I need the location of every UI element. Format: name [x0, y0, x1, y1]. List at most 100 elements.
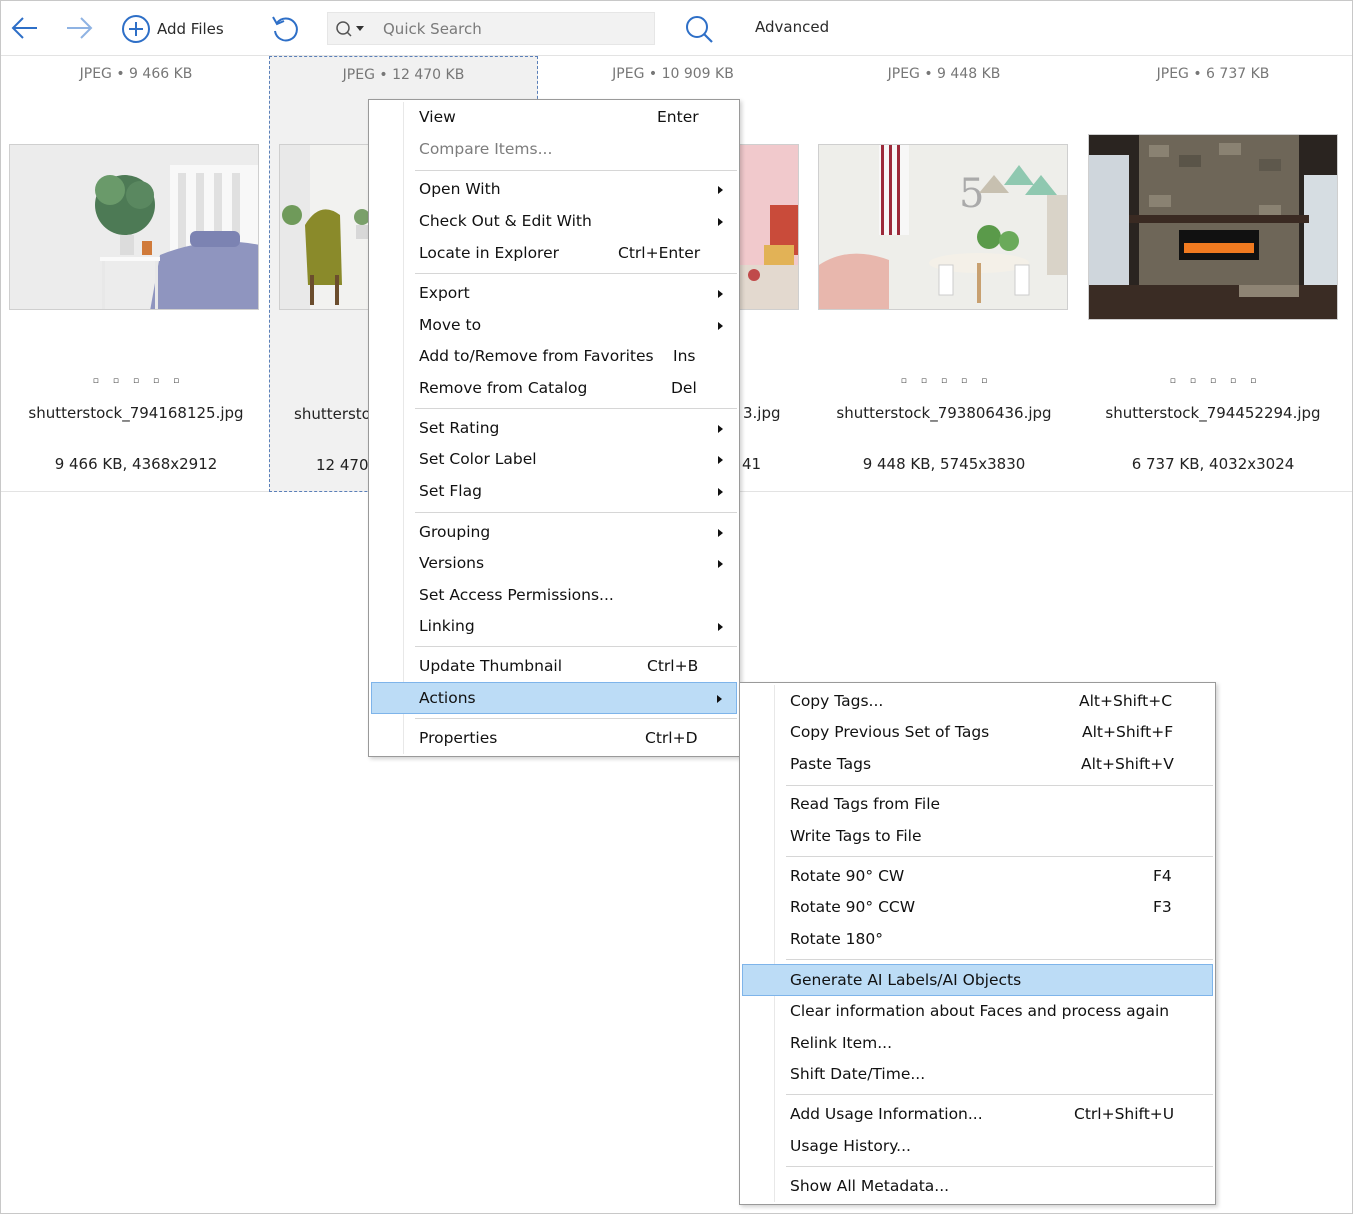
shortcut-label: F4 — [1153, 867, 1172, 885]
menu-item-label: Read Tags from File — [790, 795, 941, 813]
menu-item-export[interactable]: Export — [371, 277, 737, 309]
file-format-size: JPEG • 6 737 KB — [1156, 66, 1270, 82]
shortcut-label: Ctrl+B — [647, 657, 699, 675]
thumbnail-image[interactable] — [1088, 134, 1338, 320]
thumbnail-tile[interactable]: JPEG • 6 737 KB ▫▫▫▫▫ shutterstock_79445… — [1078, 56, 1348, 492]
context-menu: View Enter Compare Items... Open With Ch… — [368, 99, 740, 757]
search-input[interactable]: Quick Search — [383, 20, 482, 38]
menu-item-label: Linking — [419, 617, 475, 635]
menu-separator — [415, 512, 737, 513]
menu-item-label: Update Thumbnail — [419, 657, 563, 675]
menu-item-label: Properties — [419, 729, 498, 747]
arrow-left-icon — [11, 17, 37, 39]
menu-separator — [786, 785, 1213, 786]
rating-dots[interactable]: ▫▫▫▫▫ — [1, 376, 271, 386]
menu-item-label: View — [419, 108, 456, 126]
file-name: shutterstock_794168125.jpg — [28, 404, 244, 422]
menu-item-rotate-180[interactable]: Rotate 180° — [742, 923, 1213, 955]
menu-item-properties[interactable]: Properties Ctrl+D — [371, 722, 737, 754]
shortcut-label: Ctrl+Enter — [618, 244, 701, 262]
app-window: Add Files Quick Search Advanced JPEG • 9… — [0, 0, 1353, 1214]
thumbnail-image[interactable] — [9, 144, 259, 310]
advanced-search-button[interactable]: Advanced — [755, 18, 829, 36]
plus-circle-icon — [122, 15, 150, 43]
advanced-label: Advanced — [755, 18, 830, 36]
menu-item-rotate-ccw[interactable]: Rotate 90° CCW F3 — [742, 891, 1213, 923]
back-button[interactable] — [9, 14, 41, 42]
undo-button[interactable] — [269, 13, 301, 45]
menu-item-relink-item[interactable]: Relink Item... — [742, 1027, 1213, 1059]
menu-item-generate-ai-labels[interactable]: Generate AI Labels/AI Objects — [742, 964, 1213, 996]
menu-item-show-all-metadata[interactable]: Show All Metadata... — [742, 1170, 1213, 1202]
menu-item-label: Generate AI Labels/AI Objects — [790, 971, 1022, 989]
rating-dots[interactable]: ▫▫▫▫▫ — [1078, 376, 1348, 386]
menu-item-set-rating[interactable]: Set Rating — [371, 412, 737, 444]
menu-item-actions[interactable]: Actions — [371, 682, 737, 714]
thumbnail-image[interactable] — [279, 144, 371, 310]
menu-item-read-tags[interactable]: Read Tags from File — [742, 788, 1213, 820]
menu-item-copy-tags[interactable]: Copy Tags... Alt+Shift+C — [742, 685, 1213, 717]
thumbnail-image[interactable]: 5 — [818, 144, 1068, 310]
menu-item-open-with[interactable]: Open With — [371, 173, 737, 205]
menu-item-clear-faces[interactable]: Clear information about Faces and proces… — [742, 995, 1213, 1027]
menu-item-update-thumbnail[interactable]: Update Thumbnail Ctrl+B — [371, 650, 737, 682]
menu-item-label: Remove from Catalog — [419, 379, 588, 397]
menu-item-set-access-permissions[interactable]: Set Access Permissions... — [371, 579, 737, 611]
menu-item-paste-tags[interactable]: Paste Tags Alt+Shift+V — [742, 748, 1213, 780]
submenu-arrow-icon — [717, 695, 722, 703]
menu-separator — [786, 856, 1213, 857]
menu-item-label: Shift Date/Time... — [790, 1065, 926, 1083]
menu-item-linking[interactable]: Linking — [371, 610, 737, 642]
quick-search-box[interactable]: Quick Search — [327, 12, 655, 45]
submenu-arrow-icon — [718, 488, 723, 496]
menu-item-move-to[interactable]: Move to — [371, 309, 737, 341]
submenu-arrow-icon — [718, 218, 723, 226]
menu-item-set-flag[interactable]: Set Flag — [371, 475, 737, 507]
search-button[interactable] — [683, 13, 715, 45]
menu-separator — [786, 959, 1213, 960]
add-files-button[interactable]: Add Files — [121, 14, 224, 44]
submenu-arrow-icon — [718, 456, 723, 464]
file-name: shutterstock_794452294.jpg — [1105, 404, 1321, 422]
shortcut-label: Ctrl+Shift+U — [1074, 1105, 1175, 1123]
menu-item-shift-date-time[interactable]: Shift Date/Time... — [742, 1058, 1213, 1090]
toolbar: Add Files Quick Search Advanced — [1, 1, 1352, 56]
menu-item-label: Set Color Label — [419, 450, 537, 468]
search-icon — [686, 16, 713, 43]
menu-item-label: Export — [419, 284, 470, 302]
menu-separator — [415, 170, 737, 171]
submenu-arrow-icon — [718, 623, 723, 631]
rating-dots[interactable]: ▫▫▫▫▫ — [809, 376, 1079, 386]
file-format-size: JPEG • 9 448 KB — [887, 66, 1001, 82]
search-scope-dropdown-icon[interactable] — [334, 19, 368, 39]
menu-item-copy-previous-tags[interactable]: Copy Previous Set of Tags Alt+Shift+F — [742, 716, 1213, 748]
menu-item-usage-history[interactable]: Usage History... — [742, 1130, 1213, 1162]
menu-item-label: Set Rating — [419, 419, 500, 437]
menu-item-label: Copy Tags... — [790, 692, 884, 710]
menu-item-favorites[interactable]: Add to/Remove from Favorites Ins — [371, 340, 737, 372]
menu-item-check-out-edit[interactable]: Check Out & Edit With — [371, 205, 737, 237]
menu-item-label: Set Access Permissions... — [419, 586, 614, 604]
add-files-label: Add Files — [157, 20, 224, 38]
menu-item-grouping[interactable]: Grouping — [371, 516, 737, 548]
menu-item-view[interactable]: View Enter — [371, 101, 737, 133]
menu-separator — [415, 718, 737, 719]
file-format-size: JPEG • 9 466 KB — [79, 66, 193, 82]
menu-item-set-color-label[interactable]: Set Color Label — [371, 443, 737, 475]
menu-item-label: Show All Metadata... — [790, 1177, 950, 1195]
menu-item-remove-from-catalog[interactable]: Remove from Catalog Del — [371, 372, 737, 404]
forward-button[interactable] — [63, 14, 95, 42]
menu-item-write-tags[interactable]: Write Tags to File — [742, 820, 1213, 852]
menu-separator — [415, 646, 737, 647]
thumbnail-image[interactable] — [739, 144, 799, 310]
menu-item-rotate-cw[interactable]: Rotate 90° CW F4 — [742, 860, 1213, 892]
menu-item-add-usage-information[interactable]: Add Usage Information... Ctrl+Shift+U — [742, 1098, 1213, 1130]
file-info: 9 466 KB, 4368x2912 — [54, 455, 218, 473]
thumbnail-tile[interactable]: JPEG • 9 466 KB ▫▫▫▫▫ shutterstock_79416… — [1, 56, 271, 492]
file-name: shutterstock_793806436.jpg — [836, 404, 1052, 422]
menu-item-locate-in-explorer[interactable]: Locate in Explorer Ctrl+Enter — [371, 237, 737, 269]
undo-icon — [272, 16, 298, 42]
menu-separator — [786, 1094, 1213, 1095]
menu-item-versions[interactable]: Versions — [371, 547, 737, 579]
thumbnail-tile[interactable]: JPEG • 9 448 KB 5 ▫▫▫▫▫ shutterstock_793… — [809, 56, 1079, 492]
